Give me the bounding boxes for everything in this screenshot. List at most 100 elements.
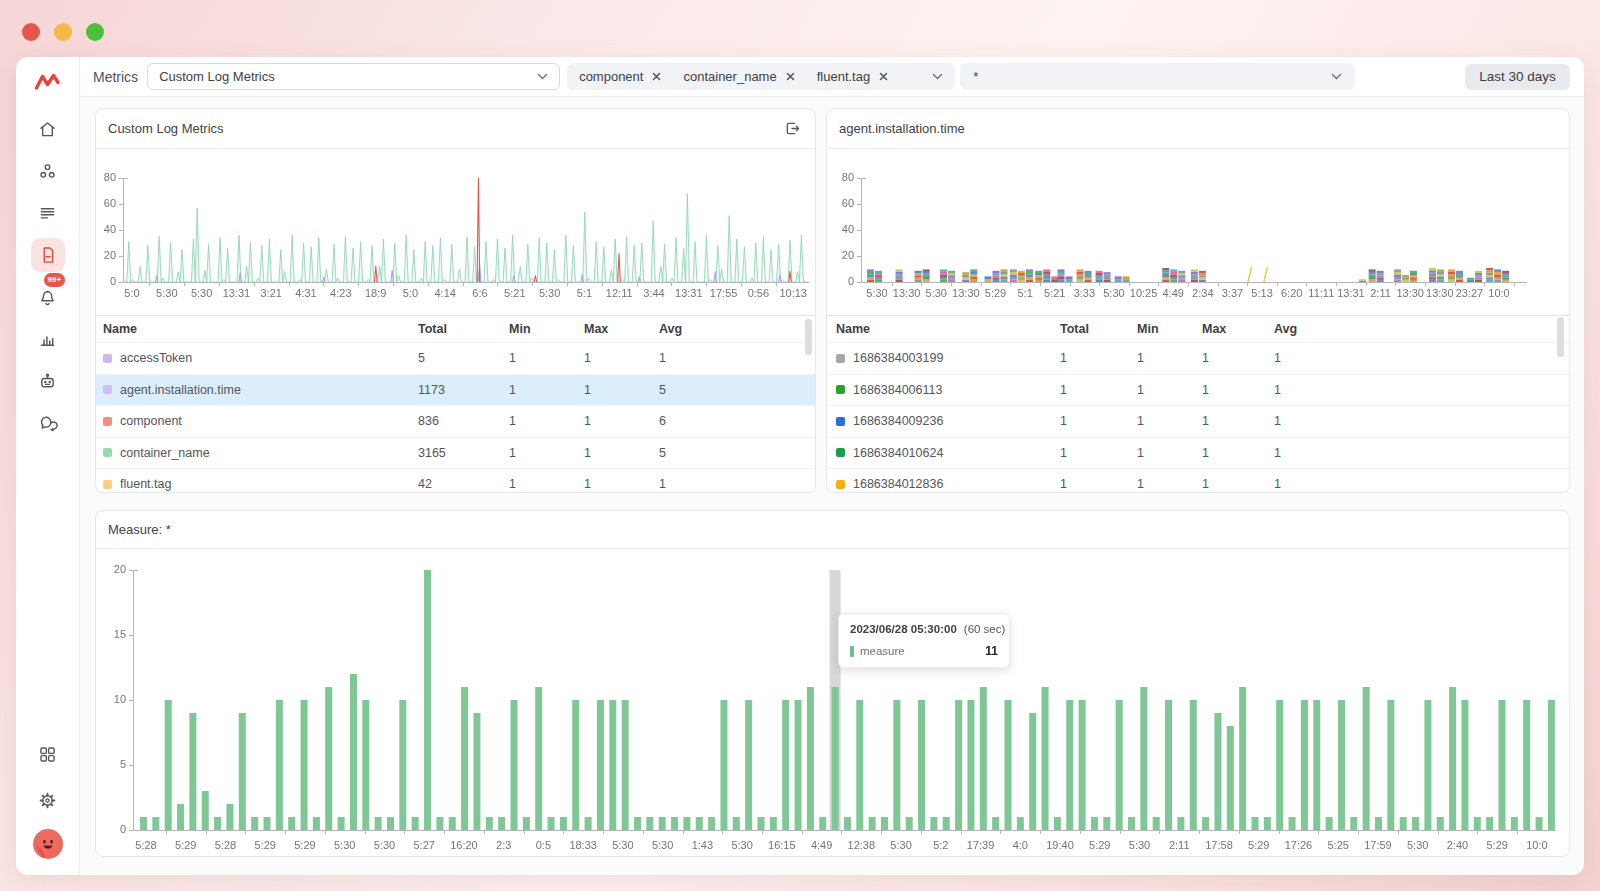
- sidebar-item-dashboards[interactable]: [31, 322, 65, 356]
- notification-badge: 99+: [44, 273, 66, 287]
- middleware-logo-icon[interactable]: [33, 69, 63, 95]
- series-color-swatch: [850, 646, 854, 657]
- settings-gear-icon: [37, 790, 58, 811]
- panel-custom-log-metrics: Custom Log Metrics Name Total Min Max Av…: [95, 108, 816, 493]
- apps-grid-icon: [37, 744, 58, 765]
- content: Custom Log Metrics Name Total Min Max Av…: [80, 97, 1584, 875]
- close-button[interactable]: [22, 23, 40, 41]
- filter-tag[interactable]: component: [579, 69, 661, 84]
- remove-tag-icon[interactable]: [879, 72, 888, 81]
- minimize-button[interactable]: [54, 23, 72, 41]
- logs-icon: [37, 203, 58, 224]
- table-row[interactable]: container_name3165115: [96, 437, 815, 469]
- table-row[interactable]: agent.installation.time1173115: [96, 374, 815, 406]
- avatar-face-icon: [33, 829, 63, 859]
- table-row[interactable]: component836116: [96, 405, 815, 437]
- sidebar: 99+: [16, 57, 80, 875]
- panel-title: Custom Log Metrics: [108, 121, 224, 136]
- metric-name-cell: agent.installation.time: [103, 383, 418, 397]
- table-row[interactable]: 16863840092361111: [827, 405, 1569, 437]
- table-header: Name Total Min Max Avg: [827, 316, 1569, 342]
- filter-tag[interactable]: container_name: [683, 69, 794, 84]
- metric-name-cell: 1686384009236: [836, 414, 1060, 428]
- panel-header: agent.installation.time: [827, 109, 1569, 149]
- series-color-swatch: [836, 354, 845, 363]
- metric-select[interactable]: Custom Log Metrics: [147, 63, 560, 90]
- tooltip-duration: (60 sec): [964, 623, 1006, 635]
- robot-icon: [37, 371, 58, 392]
- metric-select-value: Custom Log Metrics: [159, 69, 275, 84]
- table-row[interactable]: 16863840106241111: [827, 437, 1569, 469]
- measure-select[interactable]: *: [960, 63, 1355, 90]
- panel-title: Measure: *: [108, 522, 171, 537]
- agent-installation-time-chart[interactable]: [827, 149, 1569, 315]
- metric-name-cell: fluent.tag: [103, 477, 418, 491]
- sidebar-item-home[interactable]: [31, 112, 65, 146]
- tooltip-value: 11: [985, 644, 998, 658]
- metric-name-cell: 1686384012836: [836, 477, 1060, 491]
- chart-tooltip: 2023/06/28 05:30:00 (60 sec) measure 11: [838, 613, 1010, 668]
- sidebar-item-infrastructure[interactable]: [31, 154, 65, 188]
- custom-log-metrics-chart[interactable]: [96, 149, 815, 315]
- chevron-down-icon: [1331, 73, 1342, 80]
- sidebar-item-apps[interactable]: [31, 737, 65, 771]
- series-color-swatch: [836, 480, 845, 489]
- panel-header: Custom Log Metrics: [96, 109, 815, 149]
- filter-tags-select[interactable]: component container_name fluent.tag: [567, 63, 955, 90]
- scrollbar-thumb[interactable]: [805, 319, 812, 355]
- document-icon: [38, 245, 58, 265]
- metric-name-cell: 1686384003199: [836, 351, 1060, 365]
- table-row[interactable]: accessToken5111: [96, 342, 815, 374]
- export-icon[interactable]: [784, 120, 801, 137]
- time-range-button[interactable]: Last 30 days: [1465, 64, 1570, 90]
- sidebar-item-assistant[interactable]: [31, 364, 65, 398]
- zoom-button[interactable]: [86, 23, 104, 41]
- topbar: Metrics Custom Log Metrics component con…: [80, 57, 1584, 97]
- sidebar-bottom: [31, 737, 65, 875]
- panel-agent-installation-time: agent.installation.time Name Total Min M…: [826, 108, 1570, 493]
- sidebar-item-support[interactable]: [31, 406, 65, 440]
- measure-chart[interactable]: [96, 549, 1570, 857]
- sidebar-item-logs[interactable]: [31, 196, 65, 230]
- metric-name-cell: container_name: [103, 446, 418, 460]
- metrics-table: Name Total Min Max Avg accessToken5111ag…: [96, 315, 815, 492]
- home-icon: [37, 119, 58, 140]
- tooltip-timestamp: 2023/06/28 05:30:00: [850, 623, 957, 635]
- metric-name-cell: 1686384010624: [836, 446, 1060, 460]
- sidebar-nav: 99+: [31, 112, 65, 440]
- sidebar-item-alerts[interactable]: 99+: [31, 280, 65, 314]
- table-header: Name Total Min Max Avg: [96, 316, 815, 342]
- panel-measure: Measure: * 2023/06/28 05:30:00 (60 sec) …: [95, 510, 1570, 857]
- sidebar-item-settings[interactable]: [31, 783, 65, 817]
- scrollbar-thumb[interactable]: [1557, 317, 1564, 357]
- series-color-swatch: [103, 417, 112, 426]
- series-color-swatch: [836, 448, 845, 457]
- bell-icon: [37, 287, 58, 308]
- series-color-swatch: [836, 385, 845, 394]
- window-controls: [22, 23, 104, 41]
- main-area: Metrics Custom Log Metrics component con…: [80, 57, 1584, 875]
- bar-chart-icon: [37, 329, 58, 350]
- metrics-table: Name Total Min Max Avg 16863840031991111…: [827, 315, 1569, 492]
- metric-name-cell: component: [103, 414, 418, 428]
- panel-title: agent.installation.time: [839, 121, 965, 136]
- page-title: Metrics: [93, 69, 138, 85]
- table-row[interactable]: 16863840061131111: [827, 374, 1569, 406]
- metric-name-cell: accessToken: [103, 351, 418, 365]
- series-color-swatch: [103, 354, 112, 363]
- chat-bubbles-icon: [37, 413, 58, 434]
- filter-tag[interactable]: fluent.tag: [817, 69, 889, 84]
- remove-tag-icon[interactable]: [652, 72, 661, 81]
- metric-name-cell: 1686384006113: [836, 383, 1060, 397]
- sidebar-item-reports[interactable]: [31, 238, 65, 272]
- series-color-swatch: [836, 417, 845, 426]
- series-color-swatch: [103, 480, 112, 489]
- remove-tag-icon[interactable]: [786, 72, 795, 81]
- series-color-swatch: [103, 448, 112, 457]
- chevron-down-icon: [537, 73, 548, 80]
- table-row[interactable]: fluent.tag42111: [96, 468, 815, 492]
- table-row[interactable]: 16863840128361111: [827, 468, 1569, 492]
- measure-select-value: *: [973, 69, 978, 84]
- user-avatar[interactable]: [33, 829, 63, 859]
- table-row[interactable]: 16863840031991111: [827, 342, 1569, 374]
